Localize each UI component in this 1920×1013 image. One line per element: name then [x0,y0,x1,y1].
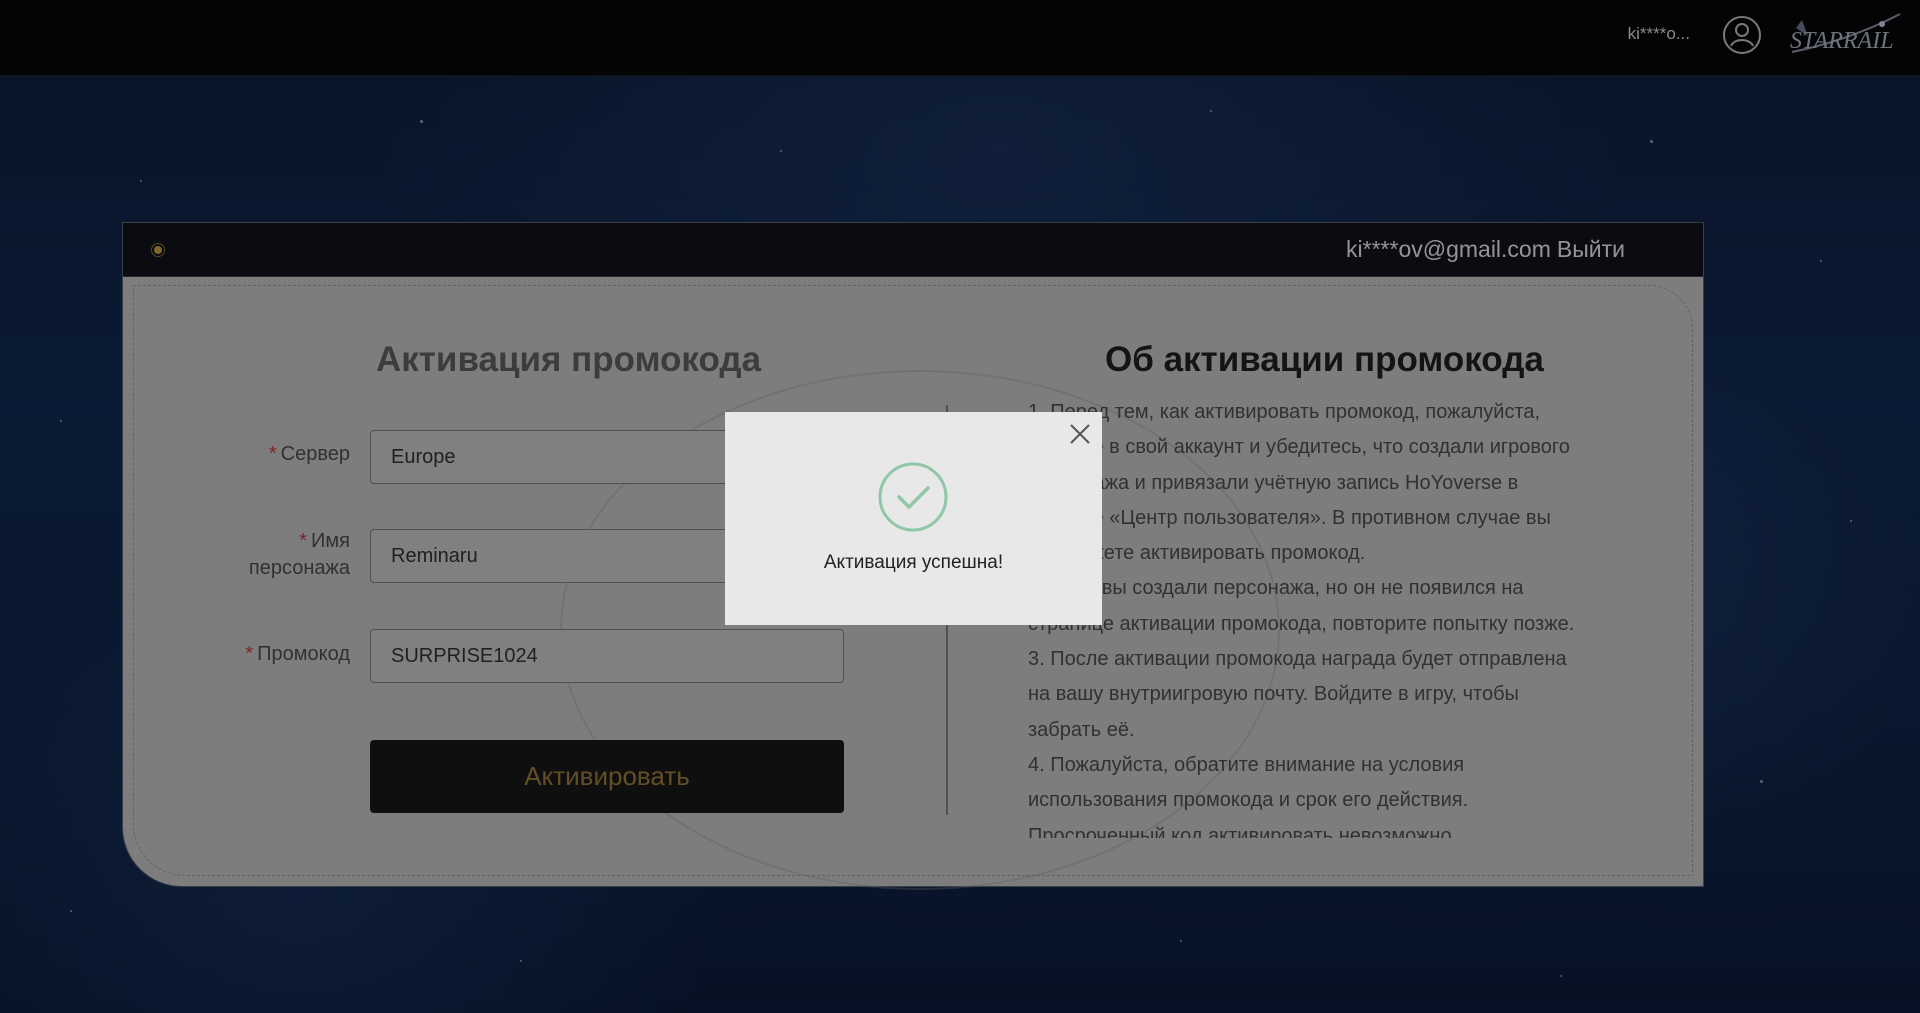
check-circle-icon [877,461,949,533]
success-message: Активация успешна! [823,552,1004,573]
success-dialog: Активация успешна! [725,412,1102,625]
close-icon[interactable] [1066,420,1094,448]
